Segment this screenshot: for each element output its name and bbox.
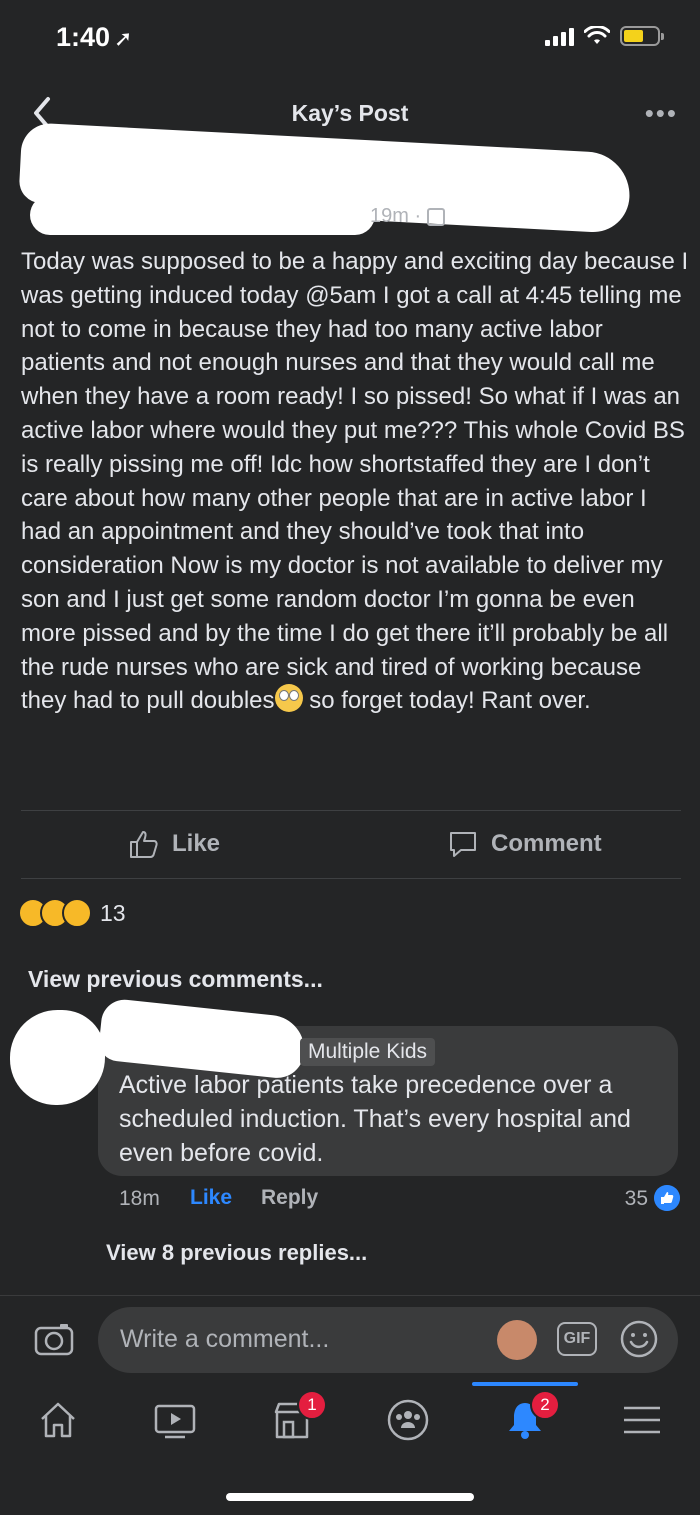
comment-text: Active labor patients take precedence ov… xyxy=(119,1071,638,1167)
avatar-sticker-icon[interactable] xyxy=(497,1320,537,1360)
notifications-badge: 2 xyxy=(530,1390,560,1420)
status-icons xyxy=(545,26,664,46)
comment-like-button[interactable]: Like xyxy=(190,1186,232,1210)
comment-reply-button[interactable]: Reply xyxy=(261,1186,318,1210)
signal-icon xyxy=(545,26,574,46)
camera-icon[interactable] xyxy=(34,1322,74,1356)
redaction-avatar xyxy=(10,1010,105,1105)
comment-placeholder: Write a comment... xyxy=(120,1325,330,1353)
like-button[interactable]: Like xyxy=(128,828,220,860)
redaction-author-tail xyxy=(30,195,375,235)
haha-reaction-icon xyxy=(62,898,92,928)
location-arrow-icon: ➚ xyxy=(114,26,133,51)
gif-button[interactable]: GIF xyxy=(557,1322,597,1356)
home-indicator xyxy=(226,1493,474,1501)
more-options-icon[interactable]: ••• xyxy=(645,98,678,129)
comment-like-count: 35 xyxy=(624,1187,648,1210)
home-tab-icon[interactable] xyxy=(36,1398,80,1442)
emoji-icon[interactable] xyxy=(620,1320,658,1358)
like-reaction-icon xyxy=(654,1185,680,1211)
comment-icon xyxy=(450,832,476,857)
groups-tab-icon[interactable] xyxy=(386,1398,430,1442)
watch-tab-icon[interactable] xyxy=(153,1398,197,1442)
status-time: 1:40 ➚ xyxy=(56,22,133,52)
page-title: Kay’s Post xyxy=(291,100,409,126)
reaction-count: 13 xyxy=(100,899,126,926)
post-body: Today was supposed to be a happy and exc… xyxy=(21,248,695,715)
menu-tab-icon[interactable] xyxy=(620,1398,664,1442)
comment-time: 18m xyxy=(119,1187,160,1210)
reactions-summary[interactable]: 13 xyxy=(18,898,126,928)
view-previous-comments[interactable]: View previous comments... xyxy=(28,966,323,993)
divider xyxy=(21,878,681,879)
post-meta: 19m · xyxy=(370,205,446,228)
active-tab-indicator xyxy=(472,1382,578,1386)
marketplace-badge: 1 xyxy=(297,1390,327,1420)
eye-roll-emoji-icon xyxy=(274,684,303,713)
view-previous-replies[interactable]: View 8 previous replies... xyxy=(106,1240,367,1266)
divider xyxy=(21,810,681,811)
group-badge: Multiple Kids xyxy=(300,1038,436,1066)
audience-icon xyxy=(427,207,446,226)
wifi-icon xyxy=(584,26,610,44)
thumbs-up-icon xyxy=(130,831,158,858)
battery-icon xyxy=(620,26,664,46)
comment-button[interactable]: Comment xyxy=(447,828,602,860)
